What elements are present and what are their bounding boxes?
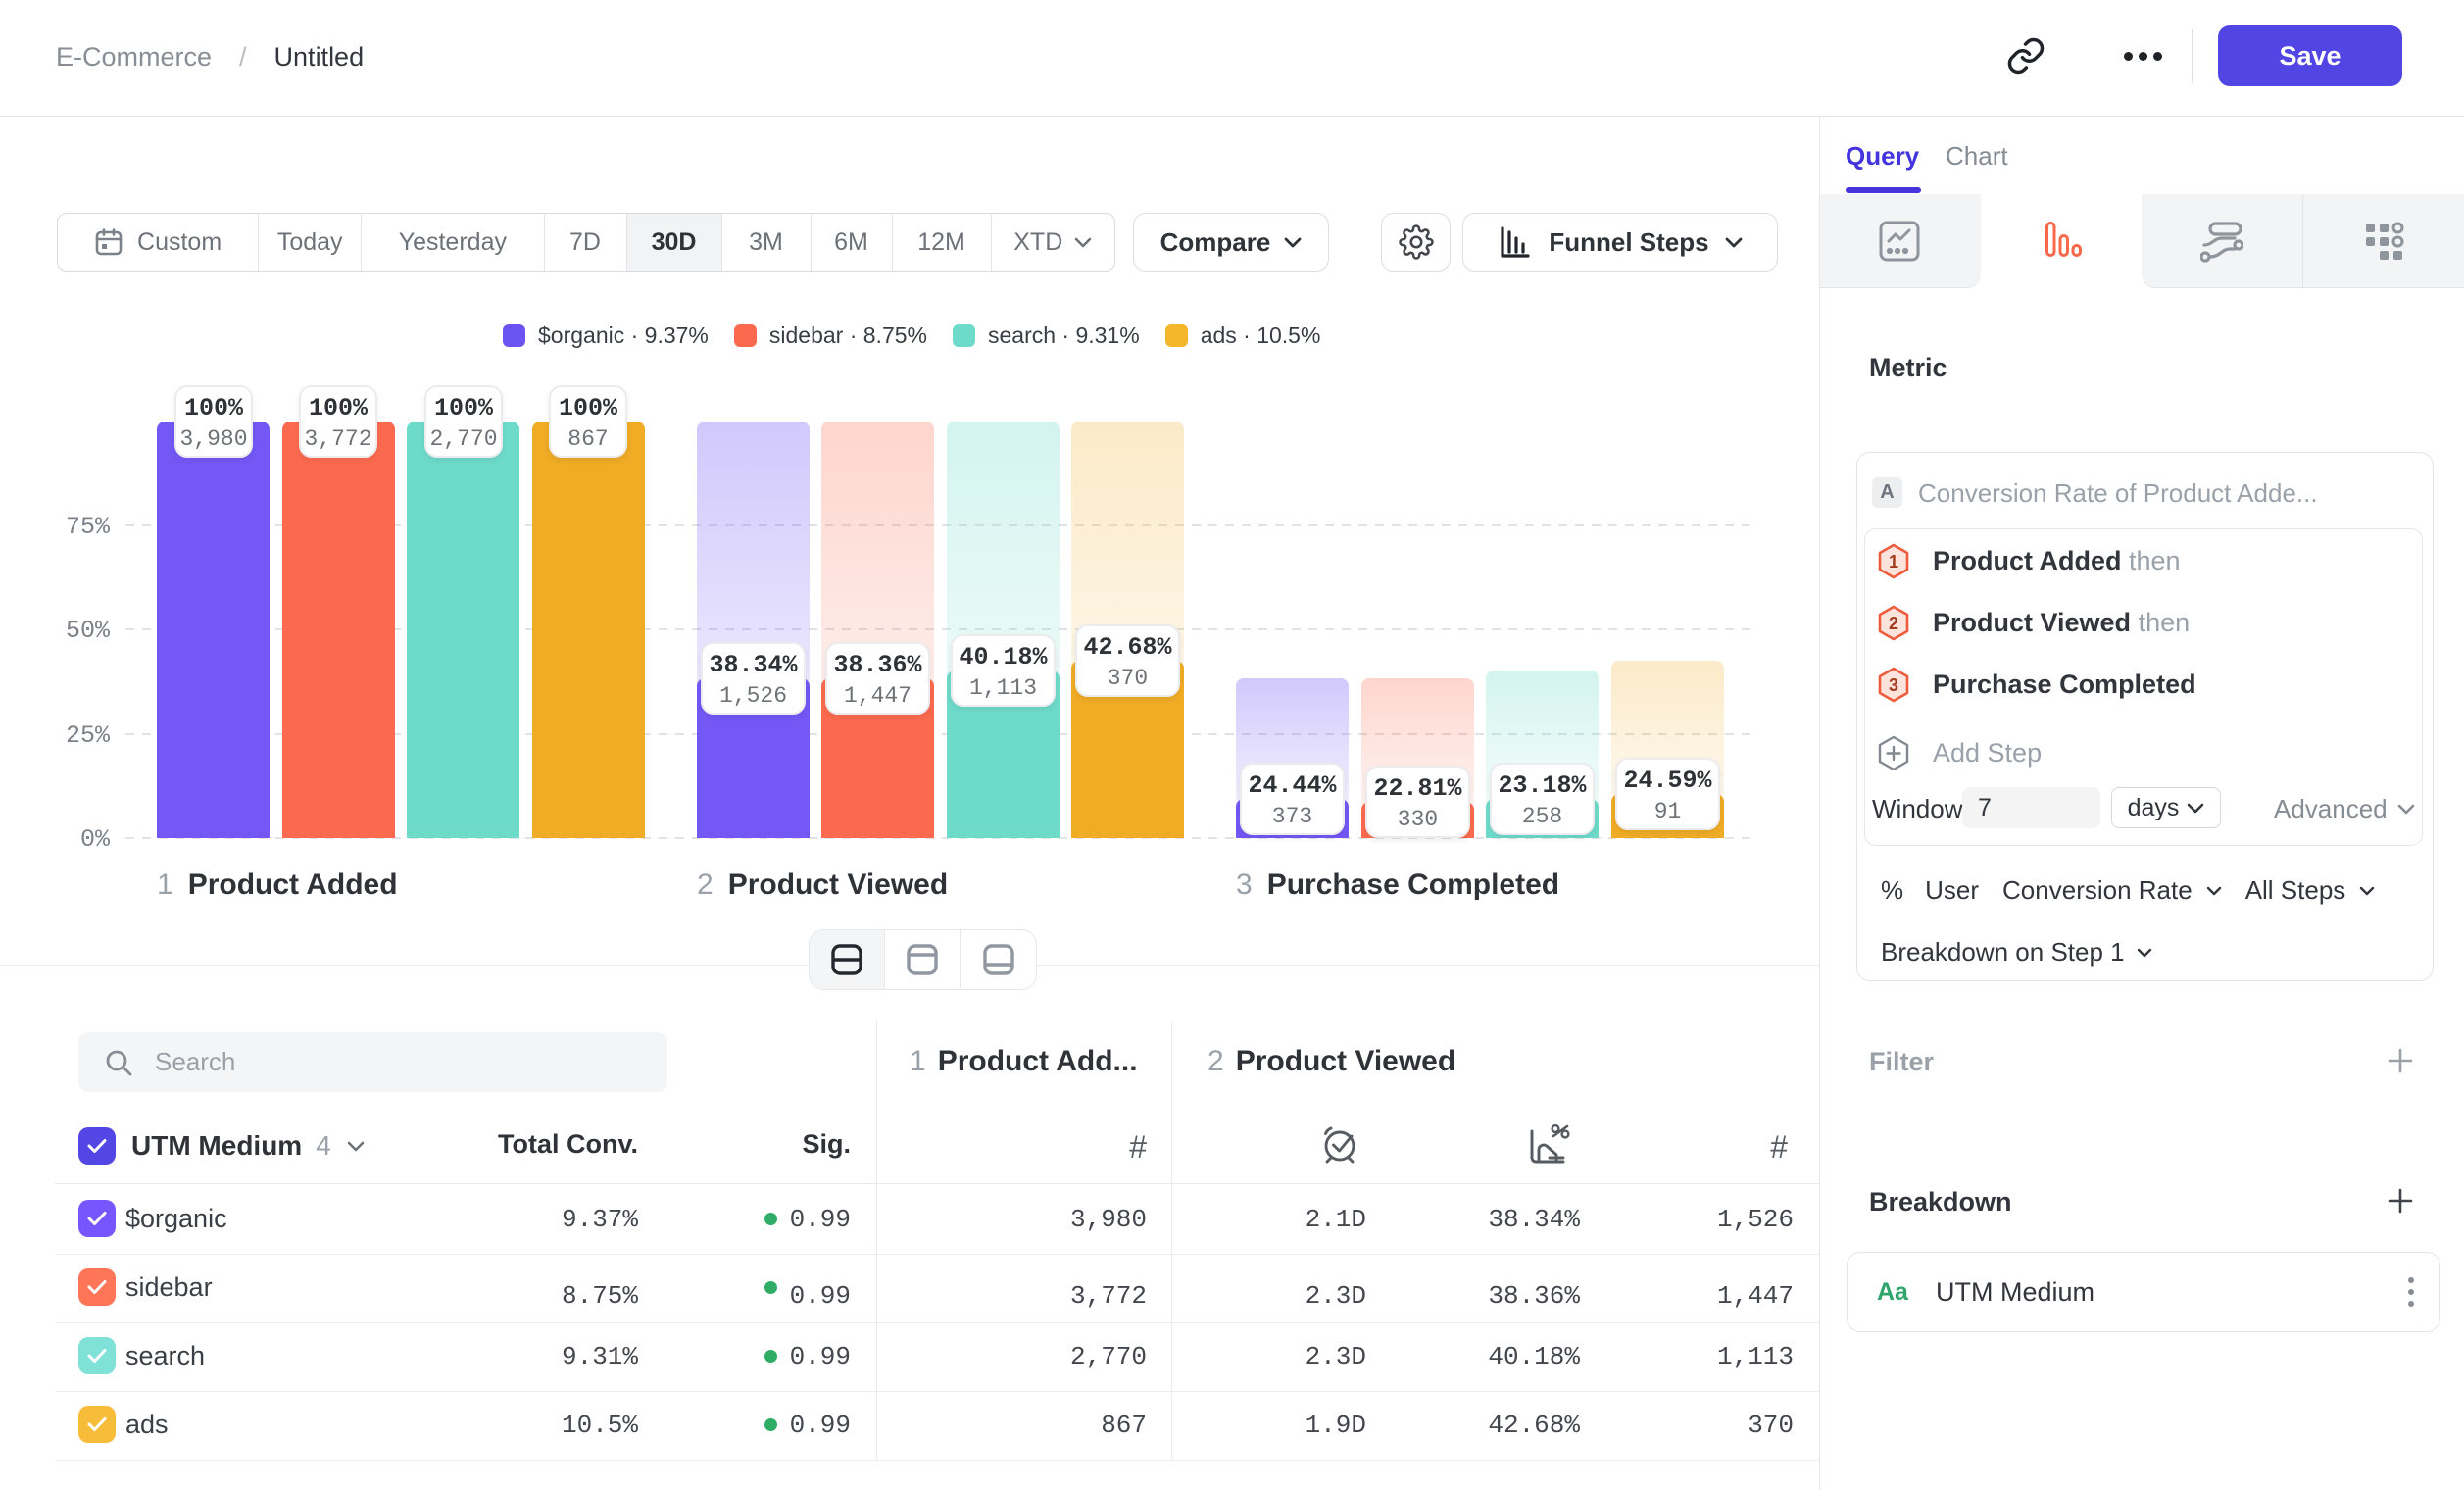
svg-text:2: 2 (1889, 614, 1898, 633)
svg-text:3: 3 (1889, 675, 1898, 695)
svg-text:1: 1 (1889, 552, 1898, 571)
